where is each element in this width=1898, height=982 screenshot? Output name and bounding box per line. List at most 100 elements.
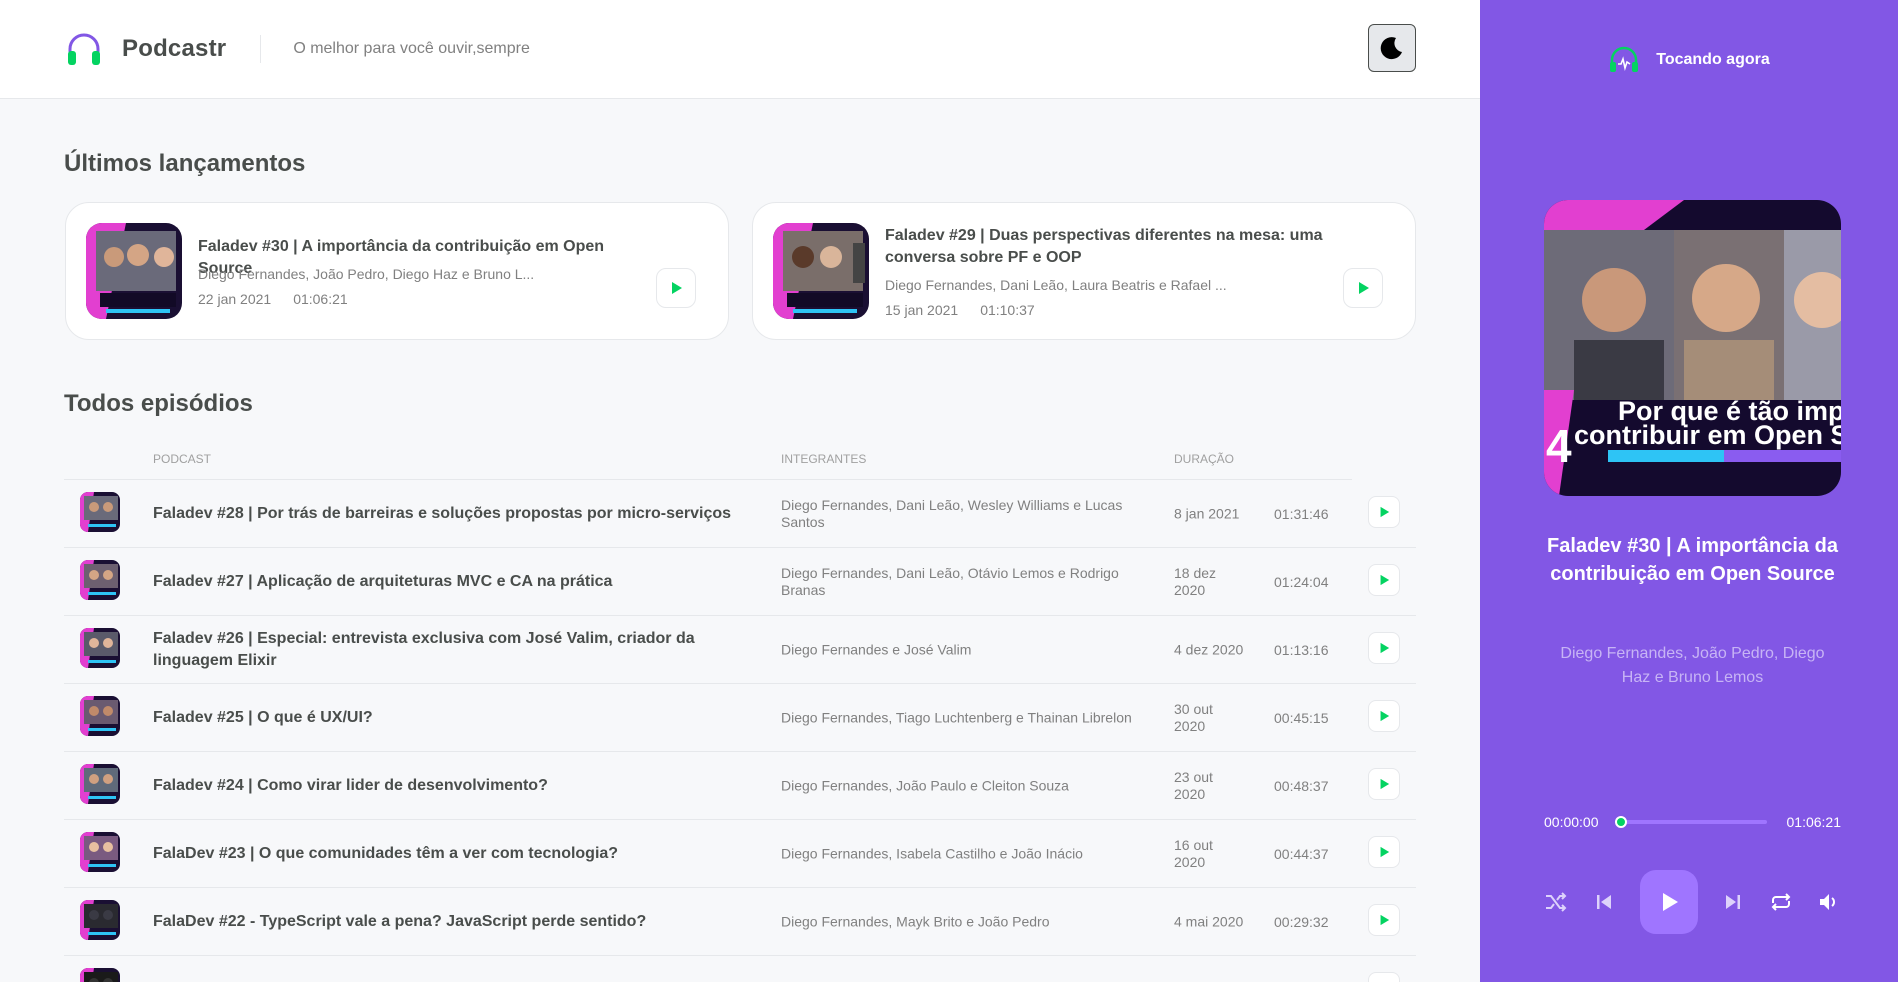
episode-cover: Por que é tão imp contribuir em Open S 4 bbox=[1544, 200, 1841, 496]
play-icon bbox=[1662, 893, 1678, 911]
latest-episode-card[interactable]: Faladev #29 | Duas perspectivas diferent… bbox=[752, 202, 1416, 340]
table-header: Podcast Integrantes Duração bbox=[64, 440, 1352, 480]
play-episode-button[interactable] bbox=[1343, 268, 1383, 308]
episode-title[interactable]: FalaDev #22 - TypeScript vale a pena? Ja… bbox=[153, 911, 743, 933]
cover-number: 4 bbox=[1546, 420, 1572, 472]
episode-duration: 01:24:04 bbox=[1274, 573, 1329, 590]
episode-members: Diego Fernandes, Dani Leão, Wesley Willi… bbox=[781, 496, 1123, 530]
play-episode-button[interactable] bbox=[1368, 836, 1400, 868]
episode-date: 8 jan 2021 bbox=[1174, 505, 1240, 521]
shuffle-icon bbox=[1546, 892, 1567, 912]
episode-title[interactable]: Faladev #24 | Como virar lider de desenv… bbox=[153, 775, 743, 797]
table-row[interactable]: Faladev #24 | Como virar lider de desenv… bbox=[64, 752, 1416, 820]
play-episode-button[interactable] bbox=[1368, 564, 1400, 596]
play-episode-button[interactable] bbox=[1368, 632, 1400, 664]
table-body: Faladev #28 | Por trás de barreiras e so… bbox=[64, 480, 1416, 982]
table-row[interactable]: Faladev #28 | Por trás de barreiras e so… bbox=[64, 480, 1416, 548]
logo: Podcastr bbox=[64, 29, 226, 69]
play-episode-button[interactable] bbox=[1368, 700, 1400, 732]
player-controls bbox=[1544, 870, 1841, 934]
shuffle-button[interactable] bbox=[1544, 890, 1568, 914]
progress-bar: 00:00:00 01:06:21 bbox=[1544, 814, 1841, 830]
episode-duration: 00:29:32 bbox=[1274, 913, 1329, 930]
episode-thumbnail bbox=[773, 223, 869, 319]
episode-members: Diego Fernandes, Tiago Luchtenberg e Tha… bbox=[781, 709, 1132, 725]
play-episode-button[interactable] bbox=[1368, 768, 1400, 800]
episode-title[interactable]: Faladev #25 | O que é UX/UI? bbox=[153, 707, 743, 729]
episode-title[interactable]: Faladev #26 | Especial: entrevista exclu… bbox=[153, 628, 743, 672]
play-icon bbox=[1380, 710, 1390, 722]
episode-date: 16 out 2020 bbox=[1174, 836, 1213, 870]
header-divider bbox=[260, 35, 262, 63]
episode-members: Diego Fernandes, Mayk Brito e João Pedro bbox=[781, 913, 1050, 929]
column-header-members: Integrantes bbox=[781, 452, 867, 466]
episode-thumbnail bbox=[80, 900, 120, 940]
episode-date: 30 out 2020 bbox=[1174, 700, 1213, 734]
play-episode-button[interactable] bbox=[656, 268, 696, 308]
table-row[interactable]: Faladev #27 | Aplicação de arquiteturas … bbox=[64, 548, 1416, 616]
play-episode-button[interactable] bbox=[1368, 972, 1400, 982]
progress-slider[interactable] bbox=[1614, 816, 1767, 828]
episode-title[interactable]: Faladev #27 | Aplicação de arquiteturas … bbox=[153, 571, 743, 593]
episode-title[interactable]: Faladev #29 | Duas perspectivas diferent… bbox=[885, 225, 1345, 269]
episode-duration: 01:06:21 bbox=[293, 291, 348, 307]
progress-knob[interactable] bbox=[1614, 816, 1627, 828]
episode-thumbnail bbox=[80, 560, 120, 600]
episode-meta: 22 jan 2021 01:06:21 bbox=[198, 291, 348, 307]
table-row[interactable]: 9 abr bbox=[64, 956, 1416, 982]
play-icon bbox=[1380, 778, 1390, 790]
play-pause-button[interactable] bbox=[1639, 870, 1698, 934]
tagline: O melhor para você ouvir,sempre bbox=[293, 40, 530, 57]
episode-members: Diego Fernandes, Isabela Castilho e João… bbox=[781, 845, 1083, 861]
volume-icon bbox=[1819, 894, 1835, 910]
table-row[interactable]: FalaDev #23 | O que comunidades têm a ve… bbox=[64, 820, 1416, 888]
episode-date: 23 out 2020 bbox=[1174, 768, 1213, 802]
next-button[interactable] bbox=[1721, 890, 1745, 914]
episode-members: Diego Fernandes, Dani Leão, Otávio Lemos… bbox=[781, 564, 1119, 598]
play-episode-button[interactable] bbox=[1368, 904, 1400, 936]
episode-date: 4 mai 2020 bbox=[1174, 913, 1244, 929]
column-header-duration: Duração bbox=[1174, 452, 1235, 466]
app-name: Podcastr bbox=[122, 35, 227, 62]
episode-title[interactable]: Faladev #28 | Por trás de barreiras e so… bbox=[153, 503, 743, 525]
episode-thumbnail bbox=[80, 696, 120, 736]
episode-title[interactable]: FalaDev #23 | O que comunidades têm a ve… bbox=[153, 843, 743, 865]
volume-button[interactable] bbox=[1817, 890, 1841, 914]
play-icon bbox=[1380, 642, 1390, 654]
play-icon bbox=[672, 282, 682, 294]
headphones-icon bbox=[68, 33, 100, 65]
table-row[interactable]: Faladev #25 | O que é UX/UI? Diego Ferna… bbox=[64, 684, 1416, 752]
play-icon bbox=[1380, 506, 1390, 518]
play-icon bbox=[1380, 574, 1390, 586]
episode-thumbnail bbox=[86, 223, 182, 319]
repeat-button[interactable] bbox=[1769, 890, 1793, 914]
skip-previous-icon bbox=[1596, 895, 1611, 909]
episode-date: 18 dez 2020 bbox=[1174, 564, 1217, 598]
theme-toggle-button[interactable] bbox=[1368, 24, 1416, 72]
episode-date: 4 dez 2020 bbox=[1174, 641, 1244, 657]
play-icon bbox=[1380, 846, 1390, 858]
episode-thumbnail bbox=[80, 628, 120, 668]
table-row[interactable]: FalaDev #22 - TypeScript vale a pena? Ja… bbox=[64, 888, 1416, 956]
app-header: Podcastr O melhor para você ouvir,sempre bbox=[0, 0, 1480, 99]
previous-button[interactable] bbox=[1592, 890, 1616, 914]
episode-thumbnail bbox=[80, 492, 120, 532]
latest-section-title: Últimos lançamentos bbox=[64, 150, 306, 177]
player-panel: Tocando agora Por que é tão imp contribu… bbox=[1480, 0, 1898, 982]
episode-thumbnail bbox=[80, 968, 120, 982]
now-playing-label: Tocando agora bbox=[1656, 51, 1770, 68]
latest-episode-card[interactable]: Faladev #30 | A importância da contribui… bbox=[65, 202, 729, 340]
episode-meta: 15 jan 2021 01:10:37 bbox=[885, 302, 1035, 318]
episode-members: Diego Fernandes, João Paulo e Cleiton So… bbox=[781, 777, 1069, 793]
now-playing-header: Tocando agora bbox=[1480, 46, 1898, 74]
table-row[interactable]: Faladev #26 | Especial: entrevista exclu… bbox=[64, 616, 1416, 684]
episode-duration: 01:13:16 bbox=[1274, 641, 1329, 658]
all-episodes-title: Todos episódios bbox=[64, 390, 253, 417]
column-header-podcast: Podcast bbox=[153, 452, 212, 466]
episodes-table: Podcast Integrantes Duração Faladev #28 … bbox=[64, 440, 1416, 982]
play-episode-button[interactable] bbox=[1368, 496, 1400, 528]
episode-duration: 00:44:37 bbox=[1274, 845, 1329, 862]
moon-icon bbox=[1380, 37, 1402, 60]
episode-members: Diego Fernandes, João Pedro, Diego Haz e… bbox=[198, 266, 535, 282]
current-time: 00:00:00 bbox=[1544, 814, 1599, 830]
